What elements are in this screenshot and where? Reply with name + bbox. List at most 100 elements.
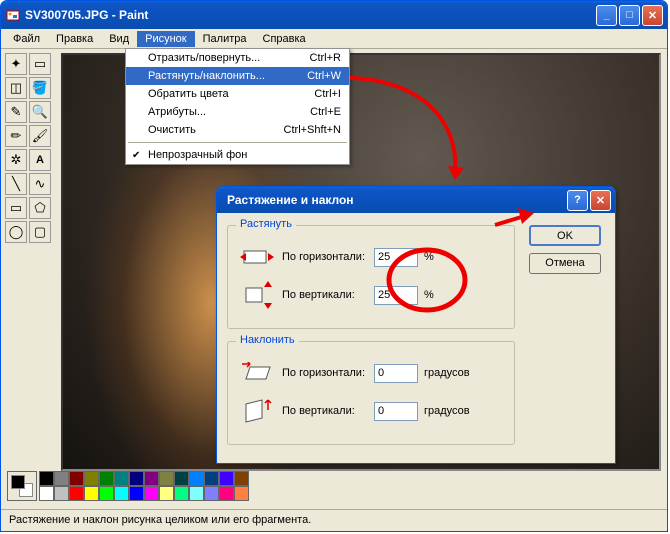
color-swatch[interactable] (54, 486, 69, 501)
color-swatch[interactable] (129, 471, 144, 486)
minimize-button[interactable]: _ (596, 5, 617, 26)
pencil-tool[interactable]: ✏ (5, 125, 27, 147)
color-swatch[interactable] (219, 486, 234, 501)
fill-tool[interactable]: 🪣 (29, 77, 51, 99)
stretch-h-icon (238, 242, 276, 272)
menu-item-shortcut: Ctrl+W (307, 70, 341, 82)
color-swatch[interactable] (234, 486, 249, 501)
roundrect-tool[interactable]: ▢ (29, 221, 51, 243)
row-label: По горизонтали: (276, 251, 374, 263)
menu-item-label: Атрибуты... (148, 106, 206, 118)
cancel-button[interactable]: Отмена (529, 253, 601, 274)
stretch-horizontal-row: По горизонтали: % (238, 238, 504, 276)
menu-item-shortcut: Ctrl+I (314, 88, 341, 100)
line-tool[interactable]: ╲ (5, 173, 27, 195)
color-swatch[interactable] (219, 471, 234, 486)
color-swatch[interactable] (204, 486, 219, 501)
color-swatch[interactable] (99, 486, 114, 501)
menu-item-flip[interactable]: Отразить/повернуть... Ctrl+R (126, 49, 349, 67)
stretch-v-icon (238, 280, 276, 310)
color-swatch[interactable] (69, 486, 84, 501)
menu-image[interactable]: Рисунок (137, 31, 195, 47)
color-swatch[interactable] (39, 471, 54, 486)
color-swatch[interactable] (69, 471, 84, 486)
dialog-title: Растяжение и наклон (221, 193, 567, 207)
close-button[interactable]: ✕ (642, 5, 663, 26)
menu-bar: Файл Правка Вид Рисунок Палитра Справка (1, 29, 667, 49)
color-swatch[interactable] (129, 486, 144, 501)
menu-item-stretch[interactable]: Растянуть/наклонить... Ctrl+W (126, 67, 349, 85)
color-swatch[interactable] (174, 486, 189, 501)
stretch-h-input[interactable] (374, 248, 418, 267)
poly-tool[interactable]: ⬠ (29, 197, 51, 219)
color-swatch[interactable] (234, 471, 249, 486)
color-swatch[interactable] (159, 486, 174, 501)
menu-view[interactable]: Вид (101, 31, 137, 47)
status-bar: Растяжение и наклон рисунка целиком или … (1, 509, 667, 531)
dialog-titlebar[interactable]: Растяжение и наклон ? ✕ (217, 187, 615, 213)
free-select-tool[interactable]: ✦ (5, 53, 27, 75)
color-swatch[interactable] (144, 471, 159, 486)
main-titlebar[interactable]: SV300705.JPG - Paint _ □ ✕ (1, 1, 667, 29)
color-swatch[interactable] (54, 471, 69, 486)
menu-item-shortcut: Ctrl+R (310, 52, 341, 64)
menu-palette[interactable]: Палитра (195, 31, 255, 47)
color-swatch[interactable] (84, 471, 99, 486)
stretch-vertical-row: По вертикали: % (238, 276, 504, 314)
color-swatch[interactable] (204, 471, 219, 486)
menu-item-label: Отразить/повернуть... (148, 52, 260, 64)
menu-item-label: Растянуть/наклонить... (148, 70, 265, 82)
color-swatch[interactable] (99, 471, 114, 486)
eraser-tool[interactable]: ◫ (5, 77, 27, 99)
color-swatch[interactable] (114, 486, 129, 501)
maximize-button[interactable]: □ (619, 5, 640, 26)
skew-h-input[interactable] (374, 364, 418, 383)
row-label: По вертикали: (276, 405, 374, 417)
color-grid (39, 471, 249, 501)
ok-button[interactable]: OK (529, 225, 601, 246)
color-palette (7, 471, 249, 501)
menu-edit[interactable]: Правка (48, 31, 101, 47)
rect-select-tool[interactable]: ▭ (29, 53, 51, 75)
ellipse-tool[interactable]: ◯ (5, 221, 27, 243)
menu-file[interactable]: Файл (5, 31, 48, 47)
spray-tool[interactable]: ✲ (5, 149, 27, 171)
skew-vertical-row: По вертикали: градусов (238, 392, 504, 430)
row-label: По вертикали: (276, 289, 374, 301)
menu-item-label: Непрозрачный фон (148, 149, 247, 161)
color-swatch[interactable] (159, 471, 174, 486)
stretch-skew-dialog: Растяжение и наклон ? ✕ Растянуть По гор… (216, 186, 616, 464)
rect-tool[interactable]: ▭ (5, 197, 27, 219)
color-swatch[interactable] (144, 486, 159, 501)
skew-group: Наклонить По горизонтали: градусов По ве… (227, 341, 515, 445)
color-swatch[interactable] (174, 471, 189, 486)
unit-label: градусов (418, 405, 470, 417)
menu-item-label: Обратить цвета (148, 88, 229, 100)
toolbox: ✦ ▭ ◫ 🪣 ✎ 🔍 ✏ 🖌 ✲ A ╲ ∿ ▭ ⬠ ◯ ▢ (5, 53, 55, 243)
current-colors[interactable] (7, 471, 37, 501)
menu-item-shortcut: Ctrl+E (310, 106, 341, 118)
dialog-close-button[interactable]: ✕ (590, 190, 611, 211)
paint-app-icon (5, 7, 21, 23)
skew-v-input[interactable] (374, 402, 418, 421)
curve-tool[interactable]: ∿ (29, 173, 51, 195)
row-label: По горизонтали: (276, 367, 374, 379)
color-swatch[interactable] (189, 486, 204, 501)
color-swatch[interactable] (39, 486, 54, 501)
menu-item-clear[interactable]: Очистить Ctrl+Shft+N (126, 121, 349, 139)
skew-v-icon (238, 396, 276, 426)
color-swatch[interactable] (84, 486, 99, 501)
text-tool[interactable]: A (29, 149, 51, 171)
picker-tool[interactable]: ✎ (5, 101, 27, 123)
menu-item-label: Очистить (148, 124, 196, 136)
menu-item-attributes[interactable]: Атрибуты... Ctrl+E (126, 103, 349, 121)
brush-tool[interactable]: 🖌 (29, 125, 51, 147)
help-button[interactable]: ? (567, 190, 588, 211)
menu-item-invert[interactable]: Обратить цвета Ctrl+I (126, 85, 349, 103)
stretch-v-input[interactable] (374, 286, 418, 305)
color-swatch[interactable] (189, 471, 204, 486)
menu-item-opaque[interactable]: ✔ Непрозрачный фон (126, 146, 349, 164)
color-swatch[interactable] (114, 471, 129, 486)
zoom-tool[interactable]: 🔍 (29, 101, 51, 123)
menu-help[interactable]: Справка (255, 31, 314, 47)
